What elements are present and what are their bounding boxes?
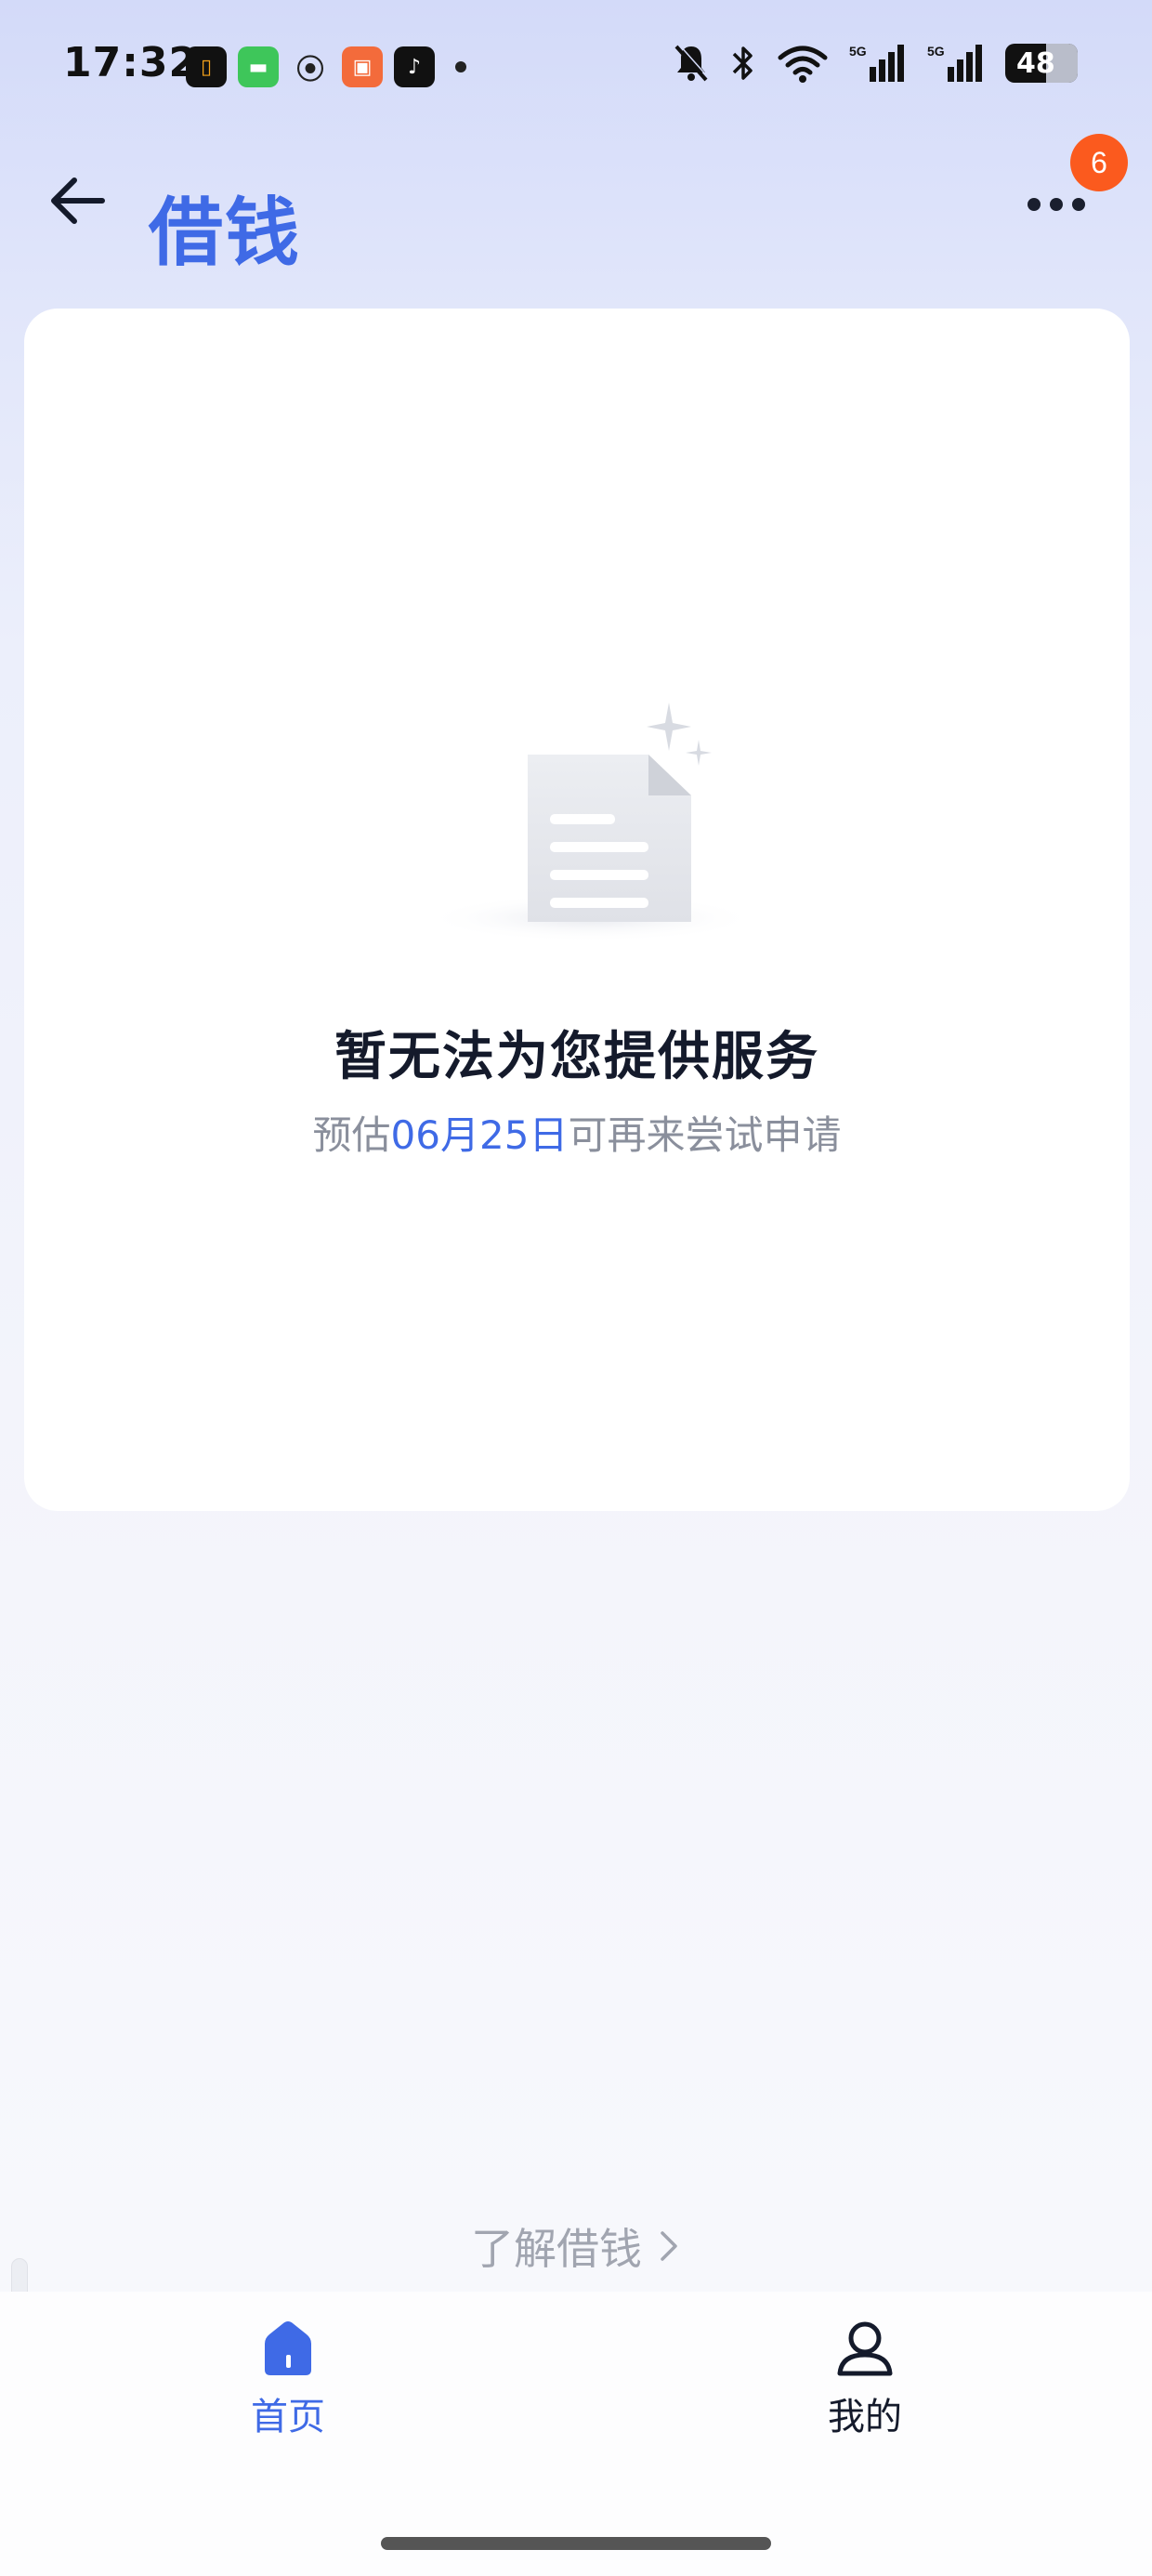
battery-indicator: 48 bbox=[1005, 44, 1078, 83]
home-icon bbox=[265, 2321, 311, 2375]
empty-state-title: 暂无法为您提供服务 bbox=[334, 1027, 819, 1087]
more-dot-icon bbox=[1072, 198, 1085, 211]
learn-more-label: 了解借钱 bbox=[471, 2224, 642, 2274]
mute-icon bbox=[674, 44, 710, 82]
status-bar: 17:32 ▯ ▬ ⦿ ▣ ♪ 5G 5G 48 bbox=[0, 0, 1152, 139]
empty-state-subtitle: 预估06月25日可再来尝试申请 bbox=[312, 1112, 842, 1158]
home-indicator[interactable] bbox=[381, 2537, 771, 2550]
svg-text:5G: 5G bbox=[849, 44, 867, 59]
tiktok-icon: ♪ bbox=[394, 46, 435, 87]
back-arrow-icon bbox=[51, 177, 105, 224]
nav-label-home: 首页 bbox=[251, 2396, 325, 2438]
empty-state-card: 暂无法为您提供服务 预估06月25日可再来尝试申请 bbox=[24, 309, 1130, 1511]
messages-icon: ▬ bbox=[238, 46, 279, 87]
chevron-right-icon bbox=[661, 2231, 677, 2261]
back-button[interactable] bbox=[41, 164, 115, 238]
app-icon-red: ▣ bbox=[342, 46, 383, 87]
nav-label-mine: 我的 bbox=[828, 2396, 902, 2438]
nav-item-home[interactable]: 首页 bbox=[195, 2320, 381, 2440]
more-dot-icon bbox=[1028, 198, 1041, 211]
learn-more-link[interactable]: 了解借钱 bbox=[0, 2215, 1152, 2277]
retry-date: 06月25日 bbox=[390, 1112, 569, 1158]
5g-signal-icon: 5G bbox=[927, 44, 982, 82]
empty-document-icon bbox=[424, 703, 758, 940]
svg-text:5G: 5G bbox=[927, 44, 945, 59]
app-icon-orange: ▯ bbox=[186, 46, 227, 87]
status-time: 17:32 bbox=[63, 39, 199, 86]
bluetooth-icon bbox=[732, 46, 753, 80]
wifi-icon bbox=[778, 46, 828, 83]
bottom-nav: 首页 我的 bbox=[0, 2292, 1152, 2576]
user-icon bbox=[837, 2321, 893, 2376]
5g-signal-icon: 5G bbox=[849, 44, 904, 82]
system-icons: 5G 5G 48 bbox=[673, 43, 1078, 84]
nav-item-mine[interactable]: 我的 bbox=[772, 2320, 958, 2440]
notification-icons: ▯ ▬ ⦿ ▣ ♪ bbox=[186, 46, 466, 87]
more-notifications-dot bbox=[455, 61, 466, 72]
more-dot-icon bbox=[1050, 198, 1063, 211]
page-title: 借钱 bbox=[149, 190, 301, 276]
hotspot-icon: ⦿ bbox=[296, 54, 324, 86]
battery-level: 48 bbox=[1016, 46, 1055, 80]
notification-badge: 6 bbox=[1070, 134, 1128, 191]
